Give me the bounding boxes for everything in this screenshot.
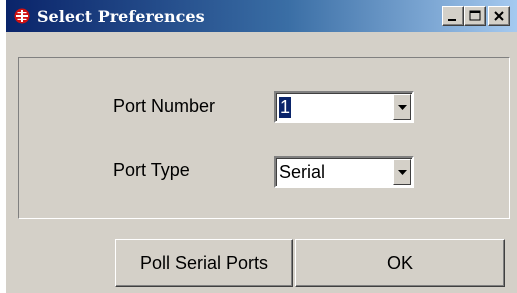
chevron-down-icon (398, 170, 407, 175)
preferences-window: Select Preferences Port Number 1 Port Ty… (5, 0, 517, 293)
port-number-dropdown[interactable]: 1 (274, 91, 414, 123)
chevron-down-icon (398, 105, 407, 110)
port-type-label: Port Type (113, 160, 190, 180)
maximize-icon (469, 10, 481, 21)
title-bar[interactable]: Select Preferences (6, 0, 517, 32)
port-type-dropdown-button[interactable] (393, 159, 411, 185)
minimize-button[interactable] (442, 6, 464, 26)
close-button[interactable] (488, 6, 510, 26)
port-type-value: Serial (279, 162, 326, 182)
window-title: Select Preferences (37, 7, 205, 26)
minimize-icon (448, 19, 456, 21)
maximize-button[interactable] (464, 6, 486, 26)
settings-group (18, 57, 510, 219)
close-icon (494, 11, 504, 21)
app-icon (14, 8, 30, 24)
port-number-dropdown-button[interactable] (393, 94, 411, 120)
ok-button[interactable]: OK (295, 239, 505, 287)
port-number-label: Port Number (113, 96, 216, 116)
port-type-dropdown[interactable]: Serial (274, 156, 414, 188)
port-number-value: 1 (279, 97, 292, 118)
poll-serial-ports-button[interactable]: Poll Serial Ports (115, 239, 293, 287)
